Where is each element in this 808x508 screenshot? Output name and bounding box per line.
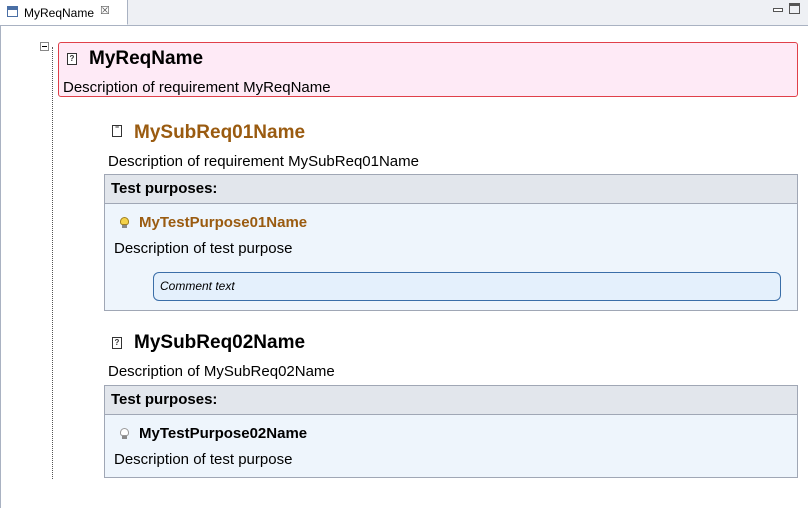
requirement-icon: ? <box>67 53 77 65</box>
requirement-description: Description of requirement MyReqName <box>63 79 331 96</box>
minimize-button[interactable] <box>772 3 783 14</box>
tab-label: MyReqName <box>24 6 95 20</box>
test-purposes-label: Test purposes: <box>111 391 218 408</box>
requirement-box[interactable]: ? MyReqName Description of requirement M… <box>58 42 798 97</box>
subreq-title[interactable]: MySubReq01Name <box>134 122 305 144</box>
test-purpose-description: Description of test purpose <box>114 240 293 257</box>
test-purpose-description: Description of test purpose <box>114 451 293 468</box>
editor-tab[interactable]: MyReqName ☒ <box>0 0 128 25</box>
comment-box[interactable]: Comment text <box>153 272 781 301</box>
subreq-title[interactable]: MySubReq02Name <box>134 332 305 354</box>
editor-content: ? MyReqName Description of requirement M… <box>0 25 808 508</box>
document-icon: ≡ <box>112 124 122 137</box>
maximize-button[interactable] <box>789 3 800 14</box>
requirement-title: MyReqName <box>89 48 204 69</box>
test-purposes-panel: Test purposes: MyTestPurpose02Name Descr… <box>104 385 798 478</box>
tree-guide-line <box>52 47 53 479</box>
comment-text: Comment text <box>160 279 235 293</box>
lightbulb-on-icon <box>120 217 129 228</box>
test-purposes-header: Test purposes: <box>105 386 797 415</box>
requirement-icon: ? <box>112 337 122 349</box>
test-purpose-title[interactable]: MyTestPurpose01Name <box>139 214 307 231</box>
test-purposes-panel: Test purposes: MyTestPurpose01Name Descr… <box>104 174 798 311</box>
editor-tab-bar: MyReqName ☒ <box>0 0 808 26</box>
subreq-description: Description of requirement MySubReq01Nam… <box>108 153 419 170</box>
close-icon[interactable]: ☒ <box>100 4 110 17</box>
lightbulb-off-icon <box>120 428 129 439</box>
editor-icon <box>7 6 18 17</box>
test-purpose-title[interactable]: MyTestPurpose02Name <box>139 425 307 442</box>
subreq-description: Description of MySubReq02Name <box>108 363 335 380</box>
collapse-toggle[interactable] <box>40 42 49 51</box>
test-purposes-header: Test purposes: <box>105 175 797 204</box>
test-purposes-label: Test purposes: <box>111 180 218 197</box>
